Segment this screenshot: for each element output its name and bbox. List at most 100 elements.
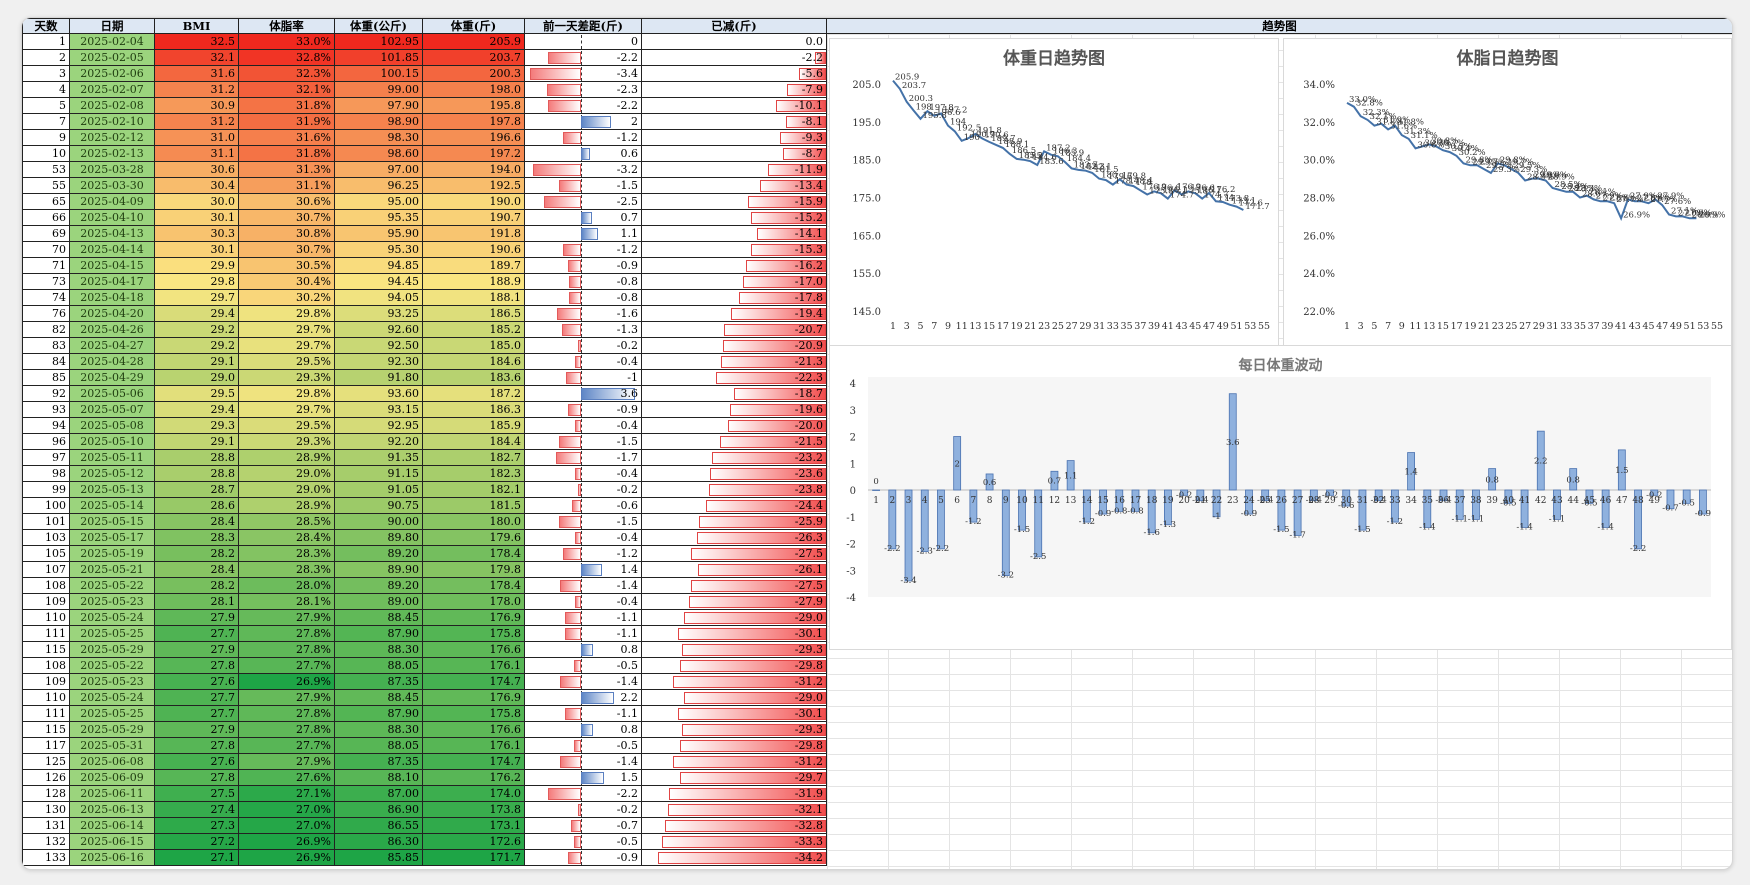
date-cell[interactable]: 2025-04-28 bbox=[70, 354, 155, 370]
diff-cell[interactable]: -0.9 bbox=[525, 402, 642, 418]
kg-cell[interactable]: 89.90 bbox=[335, 562, 423, 578]
fat-cell[interactable]: 29.0% bbox=[239, 482, 335, 498]
day-cell[interactable]: 84 bbox=[22, 354, 70, 370]
jin-cell[interactable]: 174.7 bbox=[423, 754, 525, 770]
date-cell[interactable]: 2025-05-13 bbox=[70, 482, 155, 498]
date-cell[interactable]: 2025-05-10 bbox=[70, 434, 155, 450]
jin-cell[interactable]: 175.8 bbox=[423, 626, 525, 642]
diff-cell[interactable]: -0.2 bbox=[525, 338, 642, 354]
diff-cell[interactable]: 2 bbox=[525, 114, 642, 130]
fat-cell[interactable]: 27.9% bbox=[239, 690, 335, 706]
day-cell[interactable]: 65 bbox=[22, 194, 70, 210]
day-cell[interactable]: 110 bbox=[22, 690, 70, 706]
kg-cell[interactable]: 92.60 bbox=[335, 322, 423, 338]
jin-cell[interactable]: 190.7 bbox=[423, 210, 525, 226]
bmi-cell[interactable]: 27.7 bbox=[155, 626, 239, 642]
jin-cell[interactable]: 174.0 bbox=[423, 786, 525, 802]
date-cell[interactable]: 2025-02-05 bbox=[70, 50, 155, 66]
date-cell[interactable]: 2025-05-11 bbox=[70, 450, 155, 466]
bmi-cell[interactable]: 27.8 bbox=[155, 658, 239, 674]
bmi-cell[interactable]: 32.1 bbox=[155, 50, 239, 66]
bmi-cell[interactable]: 27.7 bbox=[155, 690, 239, 706]
diff-cell[interactable]: -0.2 bbox=[525, 482, 642, 498]
kg-cell[interactable]: 86.30 bbox=[335, 834, 423, 850]
header-lost[interactable]: 已减(斤) bbox=[642, 18, 827, 34]
bmi-cell[interactable]: 28.6 bbox=[155, 498, 239, 514]
bmi-cell[interactable]: 27.6 bbox=[155, 674, 239, 690]
jin-cell[interactable]: 176.1 bbox=[423, 738, 525, 754]
bmi-cell[interactable]: 29.4 bbox=[155, 402, 239, 418]
diff-cell[interactable]: -0.5 bbox=[525, 658, 642, 674]
fat-cell[interactable]: 28.3% bbox=[239, 562, 335, 578]
date-cell[interactable]: 2025-05-31 bbox=[70, 738, 155, 754]
fat-cell[interactable]: 28.0% bbox=[239, 578, 335, 594]
date-cell[interactable]: 2025-03-30 bbox=[70, 178, 155, 194]
date-cell[interactable]: 2025-06-09 bbox=[70, 770, 155, 786]
fat-cell[interactable]: 27.8% bbox=[239, 706, 335, 722]
fat-trend-chart[interactable]: 体脂日趋势图 22.0% 24.0% 26.0% 28.0% 30.0% 32.0% 34.0… bbox=[1283, 38, 1732, 354]
kg-cell[interactable]: 85.85 bbox=[335, 850, 423, 866]
bmi-cell[interactable]: 27.3 bbox=[155, 818, 239, 834]
fat-cell[interactable]: 32.8% bbox=[239, 50, 335, 66]
kg-cell[interactable]: 97.00 bbox=[335, 162, 423, 178]
day-cell[interactable]: 92 bbox=[22, 386, 70, 402]
jin-cell[interactable]: 175.8 bbox=[423, 706, 525, 722]
fat-cell[interactable]: 29.8% bbox=[239, 386, 335, 402]
kg-cell[interactable]: 88.45 bbox=[335, 690, 423, 706]
date-cell[interactable]: 2025-02-08 bbox=[70, 98, 155, 114]
fat-cell[interactable]: 27.0% bbox=[239, 818, 335, 834]
kg-cell[interactable]: 86.90 bbox=[335, 802, 423, 818]
day-cell[interactable]: 99 bbox=[22, 482, 70, 498]
bmi-cell[interactable]: 29.2 bbox=[155, 338, 239, 354]
day-cell[interactable]: 2 bbox=[22, 50, 70, 66]
kg-cell[interactable]: 86.55 bbox=[335, 818, 423, 834]
fat-cell[interactable]: 27.1% bbox=[239, 786, 335, 802]
fat-cell[interactable]: 28.4% bbox=[239, 530, 335, 546]
kg-cell[interactable]: 92.30 bbox=[335, 354, 423, 370]
date-cell[interactable]: 2025-04-27 bbox=[70, 338, 155, 354]
jin-cell[interactable]: 184.6 bbox=[423, 354, 525, 370]
jin-cell[interactable]: 200.3 bbox=[423, 66, 525, 82]
jin-cell[interactable]: 176.9 bbox=[423, 610, 525, 626]
bmi-cell[interactable]: 28.4 bbox=[155, 514, 239, 530]
day-cell[interactable]: 76 bbox=[22, 306, 70, 322]
diff-cell[interactable]: 0.8 bbox=[525, 642, 642, 658]
lost-cell[interactable]: -21.3 bbox=[642, 354, 827, 370]
diff-cell[interactable]: -0.8 bbox=[525, 290, 642, 306]
day-cell[interactable]: 97 bbox=[22, 450, 70, 466]
lost-cell[interactable]: -20.0 bbox=[642, 418, 827, 434]
bmi-cell[interactable]: 28.8 bbox=[155, 466, 239, 482]
diff-cell[interactable]: 1.1 bbox=[525, 226, 642, 242]
day-cell[interactable]: 103 bbox=[22, 530, 70, 546]
bmi-cell[interactable]: 29.4 bbox=[155, 306, 239, 322]
kg-cell[interactable]: 88.10 bbox=[335, 770, 423, 786]
bmi-cell[interactable]: 30.9 bbox=[155, 98, 239, 114]
fat-cell[interactable]: 29.0% bbox=[239, 466, 335, 482]
fat-cell[interactable]: 28.9% bbox=[239, 498, 335, 514]
date-cell[interactable]: 2025-04-15 bbox=[70, 258, 155, 274]
diff-cell[interactable]: -1.5 bbox=[525, 434, 642, 450]
jin-cell[interactable]: 184.4 bbox=[423, 434, 525, 450]
kg-cell[interactable]: 93.60 bbox=[335, 386, 423, 402]
date-cell[interactable]: 2025-05-06 bbox=[70, 386, 155, 402]
lost-cell[interactable]: -27.5 bbox=[642, 578, 827, 594]
bmi-cell[interactable]: 28.4 bbox=[155, 562, 239, 578]
bmi-cell[interactable]: 30.1 bbox=[155, 242, 239, 258]
diff-cell[interactable]: -0.5 bbox=[525, 738, 642, 754]
diff-cell[interactable]: -0.9 bbox=[525, 850, 642, 866]
date-cell[interactable]: 2025-06-13 bbox=[70, 802, 155, 818]
fat-cell[interactable]: 27.8% bbox=[239, 722, 335, 738]
date-cell[interactable]: 2025-05-12 bbox=[70, 466, 155, 482]
diff-cell[interactable]: -1.2 bbox=[525, 546, 642, 562]
kg-cell[interactable]: 91.05 bbox=[335, 482, 423, 498]
day-cell[interactable]: 69 bbox=[22, 226, 70, 242]
lost-cell[interactable]: -32.8 bbox=[642, 818, 827, 834]
kg-cell[interactable]: 93.25 bbox=[335, 306, 423, 322]
jin-cell[interactable]: 189.7 bbox=[423, 258, 525, 274]
diff-cell[interactable]: 2.2 bbox=[525, 690, 642, 706]
bmi-cell[interactable]: 27.9 bbox=[155, 722, 239, 738]
kg-cell[interactable]: 89.20 bbox=[335, 578, 423, 594]
diff-cell[interactable]: -0.4 bbox=[525, 418, 642, 434]
fat-cell[interactable]: 29.5% bbox=[239, 354, 335, 370]
kg-cell[interactable]: 92.95 bbox=[335, 418, 423, 434]
